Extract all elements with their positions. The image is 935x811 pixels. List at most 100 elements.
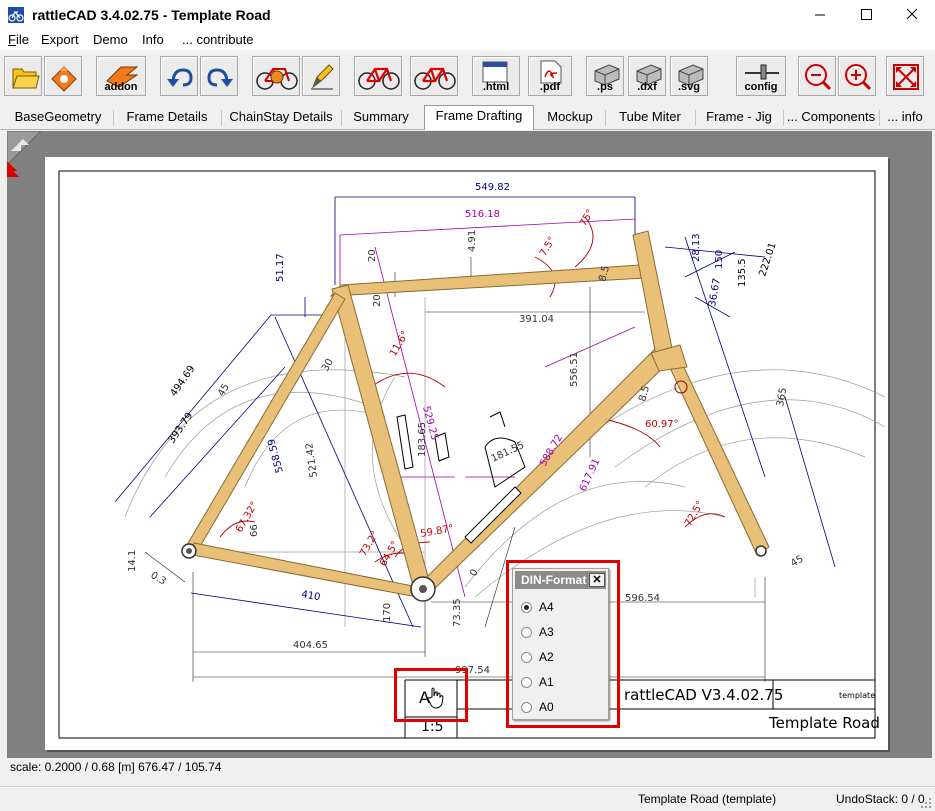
maximize-button[interactable] [843,0,889,30]
edit-button[interactable] [302,56,340,96]
tab-mockup[interactable]: Mockup [538,107,602,129]
export-ps-button[interactable]: .ps [586,56,624,96]
dim-text: 494.69 [168,364,197,399]
maximize-icon [861,9,872,20]
export-html-button[interactable]: .html [472,56,520,96]
export-svg-button[interactable]: .svg [670,56,708,96]
zoom-out-button[interactable] [798,56,836,96]
scale-coordinates-readout: scale: 0.2000 / 0.68 [m] 676.47 / 105.74 [10,760,222,774]
export-pdf-button[interactable]: .pdf [528,56,572,96]
menu-info[interactable]: Info [142,32,164,47]
sheet-format-toggle-icon[interactable] [7,131,41,177]
dim-text: 183.65 [417,422,428,457]
menu-contribute[interactable]: ... contribute [182,32,254,47]
bike-app-icon [8,7,24,23]
zoom-in-button[interactable] [838,56,876,96]
radio-selected-icon[interactable] [521,602,532,613]
tab-separator [783,110,784,126]
radio-icon[interactable] [521,652,532,663]
din-option-a3[interactable]: A3 [521,624,601,642]
tab-basegeometry[interactable]: BaseGeometry [6,107,110,129]
undo-button[interactable] [160,56,198,96]
tab-summary[interactable]: Summary [344,107,418,129]
frame-drafting-drawing: 549.82 28.13 150 36.67 51.17 494.69 393.… [58,170,886,739]
din-option-a2[interactable]: A2 [521,649,601,667]
din-option-label: A3 [539,625,554,639]
toolbar: addon .html .pdf .ps .dxf .svg config [0,52,935,102]
export-dxf-button[interactable]: .dxf [628,56,666,96]
minimize-button[interactable] [797,0,843,30]
tab-frame-drafting[interactable]: Frame Drafting [424,105,534,130]
resize-grip-icon[interactable] [920,797,932,809]
dim-text: 36.67 [707,277,723,307]
dim-text: 75° [578,208,596,229]
dim-text: 222.01 [757,241,778,278]
dim-text: 14.1 [127,550,138,572]
save-disk-icon [51,66,77,92]
drawing-canvas[interactable]: 549.82 28.13 150 36.67 51.17 494.69 393.… [7,131,932,758]
close-window-button[interactable] [889,0,935,30]
dim-text: 45 [789,554,806,570]
din-option-a1[interactable]: A1 [521,674,601,692]
tab-info[interactable]: ... info [880,107,930,129]
redo-button[interactable] [200,56,238,96]
dim-text: 549.82 [475,182,510,193]
undo-icon [167,68,193,87]
din-format-popup: DIN-Format ✕ A4 A3 A2 A1 A0 [512,568,609,720]
din-option-label: A2 [539,650,554,664]
tab-frame-details[interactable]: Frame Details [116,107,218,129]
dim-text: 997.54 [455,665,490,676]
zoom-out-icon [805,64,832,91]
menu-export[interactable]: Export [41,32,79,47]
radio-icon[interactable] [521,702,532,713]
app-version-label: rattleCAD V3.4.02.75 [624,686,784,704]
tab-chainstay-details[interactable]: ChainStay Details [224,107,338,129]
radio-icon[interactable] [521,627,532,638]
scale-label: 1:5 [421,719,444,735]
tab-separator [113,110,114,126]
close-icon [906,8,918,20]
dim-text: 521.42 [304,442,320,478]
minimize-icon [815,14,825,16]
bike-view-2-button[interactable] [410,56,458,96]
din-option-label: A1 [539,675,554,689]
addon-button[interactable]: addon [96,56,146,96]
tab-frame-jig[interactable]: Frame - Jig [698,107,780,129]
tab-separator [605,110,606,126]
din-option-a4[interactable]: A4 [521,599,601,617]
folder-icon [12,68,40,89]
dim-text: 596.54 [625,593,660,604]
din-popup-close-button[interactable]: ✕ [589,573,605,587]
open-file-button[interactable] [4,56,42,96]
radio-icon[interactable] [521,677,532,688]
zoom-in-icon [845,64,872,91]
dim-text: 556.51 [569,352,580,387]
dim-text: 73.35 [452,598,463,627]
dim-text: 60.97° [645,419,679,430]
tab-components[interactable]: ... Components [786,107,876,129]
red-bike-icon [358,67,400,90]
menu-demo[interactable]: Demo [93,32,128,47]
menu-file[interactable]: File [8,32,29,47]
dim-text: 28.13 [691,233,702,262]
fit-view-button[interactable] [886,56,924,96]
din-option-a0[interactable]: A0 [521,699,601,717]
bike-view-1-button[interactable] [354,56,402,96]
dim-text: 66 [249,524,260,537]
dim-text: 20 [372,294,383,307]
project-name-label: Template Road [769,714,880,732]
config-button[interactable]: config [736,56,786,96]
dim-text: 20 [367,249,378,262]
dim-text: 181.55 [490,440,526,465]
save-file-button[interactable] [44,56,82,96]
window-title: rattleCAD 3.4.02.75 - Template Road [32,7,271,23]
dim-text: 617.91 [578,457,603,493]
dim-text: 135.5 [737,258,748,287]
dim-text: 0.3 [149,570,168,587]
pencil-icon [311,64,334,90]
dim-text: 73.2° [358,529,381,558]
din-option-label: A4 [539,600,554,614]
render-bike-button[interactable] [252,56,300,96]
dim-text: 410 [300,589,321,603]
tab-tube-miter[interactable]: Tube Miter [608,107,692,129]
